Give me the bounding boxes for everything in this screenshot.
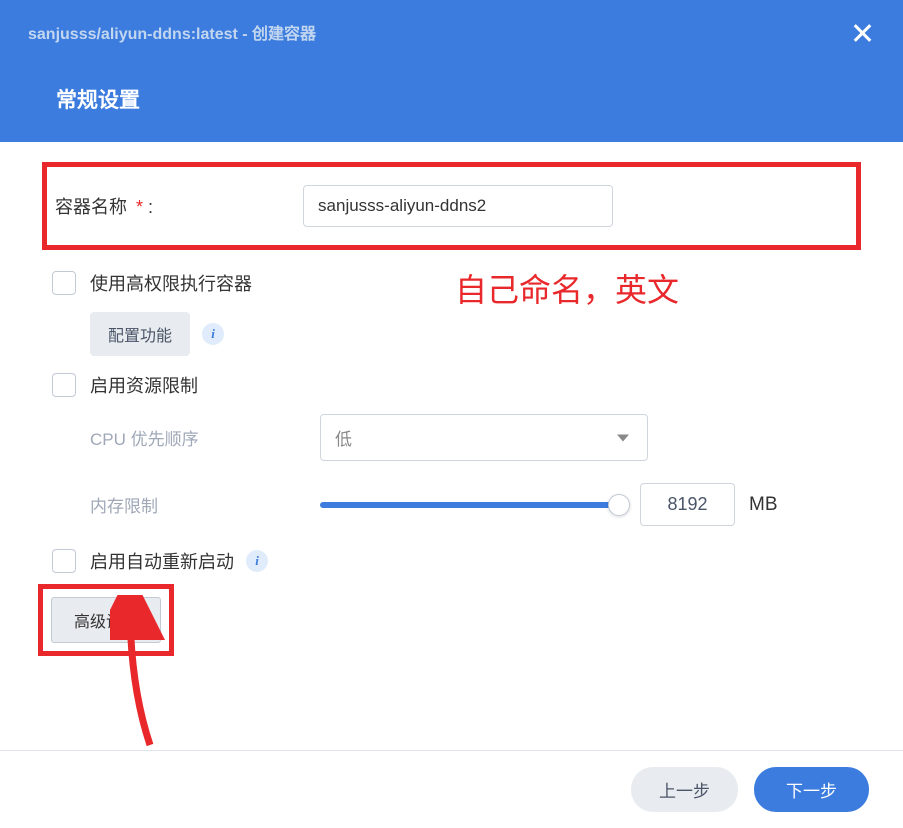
- create-container-modal: sanjusss/aliyun-ddns:latest - 创建容器 常规设置 …: [0, 0, 903, 828]
- container-name-label: 容器名称 * :: [55, 193, 153, 219]
- memory-limit-label: 内存限制: [90, 492, 320, 517]
- privileged-label: 使用高权限执行容器: [90, 270, 252, 296]
- info-icon[interactable]: i: [202, 323, 224, 345]
- config-features-row: 配置功能 i: [42, 304, 861, 364]
- container-name-input[interactable]: [303, 185, 613, 227]
- memory-slider-handle[interactable]: [608, 494, 630, 516]
- required-indicator: *: [131, 197, 143, 217]
- cpu-priority-select[interactable]: 低: [320, 414, 648, 461]
- cpu-priority-row: CPU 优先顺序 低: [42, 406, 861, 469]
- cpu-priority-label: CPU 优先顺序: [90, 425, 320, 450]
- memory-slider[interactable]: [320, 502, 620, 508]
- modal-content: 容器名称 * : 使用高权限执行容器 配置功能 i 启用资源限制 CPU 优先顺…: [0, 142, 903, 656]
- modal-subtitle: 常规设置: [0, 44, 903, 114]
- memory-limit-row: 内存限制 MB: [42, 469, 861, 540]
- privileged-row: 使用高权限执行容器: [42, 262, 861, 304]
- close-icon[interactable]: [851, 22, 873, 44]
- next-button[interactable]: 下一步: [754, 767, 869, 812]
- modal-footer: 上一步 下一步: [0, 750, 903, 828]
- config-features-button[interactable]: 配置功能: [90, 312, 190, 356]
- info-icon[interactable]: i: [246, 550, 268, 572]
- privileged-checkbox[interactable]: [52, 271, 76, 295]
- resource-limit-label: 启用资源限制: [90, 372, 198, 398]
- auto-restart-label: 启用自动重新启动: [90, 548, 234, 574]
- resource-limit-row: 启用资源限制: [42, 364, 861, 406]
- prev-button[interactable]: 上一步: [631, 767, 738, 812]
- annotation-arrow-icon: [110, 595, 170, 755]
- auto-restart-row: 启用自动重新启动 i: [42, 540, 861, 582]
- memory-limit-input[interactable]: [640, 483, 735, 526]
- modal-title: sanjusss/aliyun-ddns:latest - 创建容器: [0, 0, 903, 44]
- container-name-row: 容器名称 * :: [42, 162, 861, 250]
- auto-restart-checkbox[interactable]: [52, 549, 76, 573]
- annotation-name-hint: 自己命名，英文: [455, 265, 679, 311]
- memory-unit-label: MB: [749, 494, 778, 516]
- resource-limit-checkbox[interactable]: [52, 373, 76, 397]
- modal-header: sanjusss/aliyun-ddns:latest - 创建容器 常规设置: [0, 0, 903, 142]
